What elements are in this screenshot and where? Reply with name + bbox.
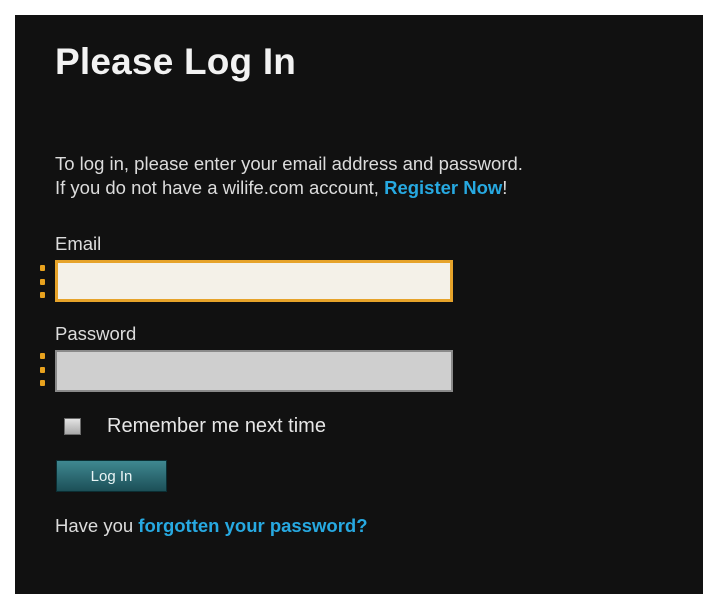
email-label: Email <box>55 233 102 254</box>
required-marker-email-icon <box>40 265 45 298</box>
remember-me-label: Remember me next time <box>107 415 326 437</box>
instructions-line-1: To log in, please enter your email addre… <box>55 153 523 174</box>
required-marker-password-icon <box>40 353 45 386</box>
login-panel: Please Log In To log in, please enter yo… <box>15 15 703 594</box>
login-instructions: To log in, please enter your email addre… <box>55 152 695 200</box>
remember-me-toggle[interactable]: Remember me next time <box>64 415 326 438</box>
remember-me-checkbox[interactable] <box>64 418 81 435</box>
password-label: Password <box>55 323 137 344</box>
instructions-exclamation: ! <box>502 177 508 198</box>
register-now-link[interactable]: Register Now <box>384 177 502 198</box>
instructions-text: If you do not have a wilife.com account, <box>55 177 385 198</box>
log-in-button[interactable]: Log In <box>56 460 167 492</box>
instructions-line-2: If you do not have a wilife.com account,… <box>55 176 695 200</box>
forgot-password-text: Have you forgotten your password? <box>55 515 368 537</box>
forgot-password-link[interactable]: forgotten your password? <box>138 515 367 536</box>
forgot-password-prefix: Have you <box>55 515 139 536</box>
email-field[interactable] <box>55 260 453 302</box>
password-field[interactable] <box>55 350 453 392</box>
page-title: Please Log In <box>55 41 297 82</box>
